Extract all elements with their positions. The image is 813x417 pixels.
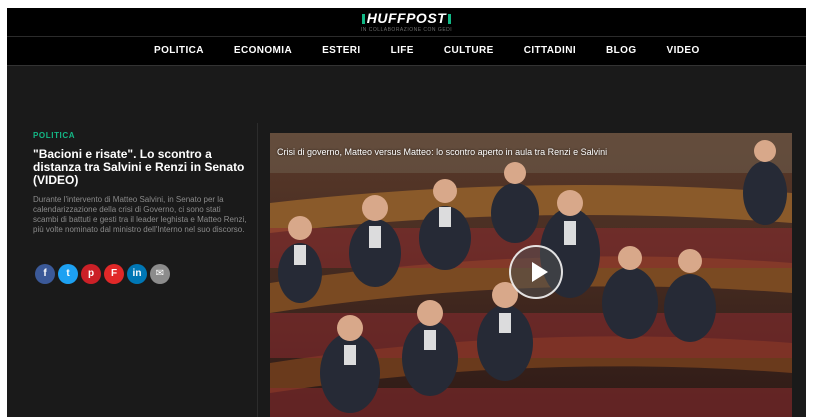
flipboard-icon[interactable]: F [104, 264, 124, 284]
linkedin-icon[interactable]: in [127, 264, 147, 284]
pinterest-icon[interactable]: p [81, 264, 101, 284]
nav-item-esteri[interactable]: ESTERI [322, 45, 361, 56]
nav-item-politica[interactable]: POLITICA [154, 45, 204, 56]
share-buttons: f t p F in ✉ [35, 264, 173, 284]
logo-bar-icon [448, 14, 452, 25]
nav-item-video[interactable]: VIDEO [667, 45, 700, 56]
logo-bar-icon [361, 14, 365, 25]
video-caption: Crisi di governo, Matteo versus Matteo: … [277, 147, 608, 157]
article-headline[interactable]: "Bacioni e risate". Lo scontro a distanz… [33, 148, 248, 187]
email-icon[interactable]: ✉ [150, 264, 170, 284]
site-logo[interactable]: HUFFPOST [7, 10, 806, 26]
page: HUFFPOST IN COLLABORAZIONE CON GEDI POLI… [7, 8, 806, 417]
twitter-icon[interactable]: t [58, 264, 78, 284]
nav-item-cittadini[interactable]: CITTADINI [524, 45, 576, 56]
nav-item-life[interactable]: LIFE [391, 45, 414, 56]
browser-top-strip [0, 0, 813, 8]
logo-text: HUFFPOST [366, 10, 447, 26]
article-category[interactable]: POLITICA [33, 131, 75, 140]
brand-bar: HUFFPOST IN COLLABORAZIONE CON GEDI [7, 8, 806, 37]
video-player[interactable]: Crisi di governo, Matteo versus Matteo: … [270, 133, 792, 417]
column-divider [257, 123, 258, 417]
main-navigation: POLITICA ECONOMIA ESTERI LIFE CULTURE CI… [7, 37, 806, 66]
logo-tagline: IN COLLABORAZIONE CON GEDI [360, 27, 453, 33]
article-summary: Durante l'intervento di Matteo Salvini, … [33, 195, 247, 234]
nav-item-economia[interactable]: ECONOMIA [234, 45, 292, 56]
facebook-icon[interactable]: f [35, 264, 55, 284]
play-icon[interactable] [509, 245, 563, 299]
nav-item-culture[interactable]: CULTURE [444, 45, 494, 56]
nav-item-blog[interactable]: BLOG [606, 45, 637, 56]
